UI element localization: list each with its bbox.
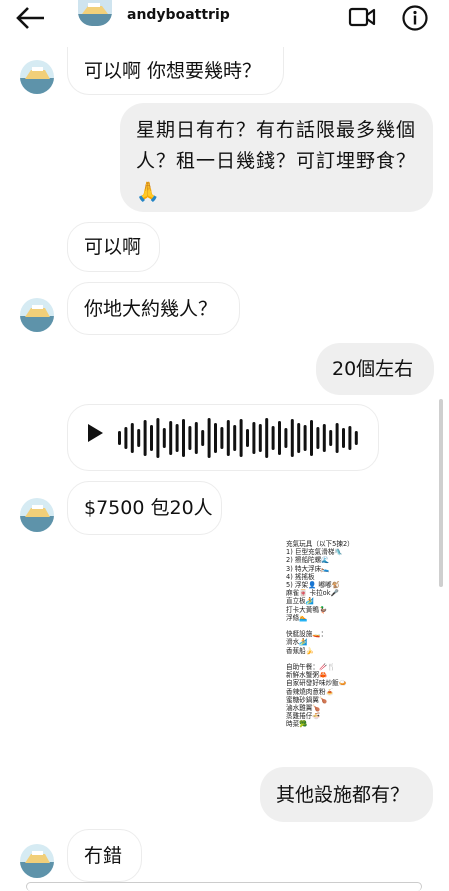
waveform-bar	[150, 425, 153, 451]
scrollbar[interactable]	[439, 399, 443, 587]
message-text: 冇錯	[84, 844, 123, 867]
waveform-bar	[284, 428, 288, 448]
contact-avatar[interactable]	[20, 844, 54, 878]
waveform-bar	[214, 423, 217, 453]
waveform-bar	[233, 425, 237, 451]
waveform-bar	[137, 429, 141, 447]
waveform-bar	[290, 419, 294, 457]
image-text-line	[286, 655, 366, 663]
waveform-bar	[258, 424, 262, 452]
message-bubble-incoming[interactable]: 冇錯	[67, 829, 142, 882]
waveform-bar	[169, 421, 173, 455]
image-text-line: 香蕉船🍌	[286, 646, 314, 655]
waveform-bar	[271, 426, 275, 450]
message-bubble-incoming[interactable]: 可以啊 你想要幾時？	[67, 47, 284, 95]
waveform-bar	[194, 422, 198, 454]
waveform-bar	[329, 430, 333, 446]
waveform-bar	[162, 428, 166, 448]
header-avatar[interactable]	[78, 0, 112, 26]
image-text-line: 直立板🏄	[286, 597, 314, 606]
contact-avatar[interactable]	[20, 298, 54, 332]
message-text: 20個左右	[332, 358, 414, 380]
message-bubble-outgoing[interactable]: 20個左右	[316, 343, 434, 395]
waveform-bar	[182, 419, 185, 457]
waveform-bar	[246, 429, 249, 447]
waveform-bar	[239, 419, 243, 457]
waveform-bar	[297, 423, 301, 453]
waveform-bar	[124, 427, 128, 449]
message-bubble-outgoing[interactable]: 星期日有冇？有冇話限最多幾個 人？租一日幾錢？可訂埋野食？ 🙏	[120, 103, 433, 212]
waveform-bar	[335, 423, 339, 453]
waveform-bar	[310, 420, 313, 456]
waveform-bar	[265, 418, 269, 458]
message-bubble-incoming[interactable]: 你地大約幾人？	[67, 282, 240, 335]
image-text-line: 3) 特大浮床🛌	[286, 564, 330, 573]
image-text-line: 5) 浮架👤 嘟嘟🐒	[286, 581, 340, 590]
audio-waveform[interactable]	[118, 417, 366, 459]
back-arrow-icon[interactable]	[14, 4, 48, 32]
message-bubble-incoming[interactable]: $7500 包20人	[67, 481, 222, 535]
image-text-line: 充氣玩具（以下5揀2）	[286, 540, 354, 548]
contact-avatar[interactable]	[20, 498, 54, 532]
video-call-icon[interactable]	[348, 6, 376, 28]
info-icon[interactable]	[401, 4, 429, 32]
message-text: 其他設施都有？	[276, 783, 410, 806]
waveform-bar	[252, 422, 256, 454]
message-text: $7500 包20人	[84, 497, 213, 519]
message-bubble-outgoing[interactable]: 其他設施都有？	[260, 767, 433, 822]
waveform-bar	[278, 421, 281, 455]
image-text-line: 自家研發好味炒飯🍛	[286, 679, 347, 688]
chat-header: andyboattrip	[0, 0, 449, 38]
image-text-line: 蜜糖砂鍋翼🍗	[286, 695, 328, 704]
waveform-bar	[118, 431, 121, 445]
waveform-bar	[130, 423, 134, 453]
image-text-line: 4) 搖搖板	[286, 572, 315, 581]
waveform-bar	[156, 418, 160, 458]
waveform-bar	[303, 425, 307, 451]
waveform-bar	[175, 424, 179, 452]
waveform-bar	[220, 427, 224, 449]
message-text: 可以啊 你想要幾時？	[84, 59, 262, 82]
waveform-bar	[143, 420, 147, 456]
message-composer[interactable]	[26, 882, 422, 891]
image-text-line: 打卡大黃鴨🦆	[286, 605, 328, 614]
waveform-bar	[342, 428, 345, 448]
waveform-bar	[226, 420, 230, 456]
waveform-bar	[348, 426, 352, 450]
waveform-bar	[188, 426, 192, 450]
image-text-line	[286, 622, 366, 630]
image-text-line: 時菜🥦	[286, 720, 308, 729]
waveform-bar	[322, 424, 326, 452]
message-text-line: 人？租一日幾錢？可訂埋野食？	[136, 150, 417, 172]
waveform-bar	[207, 418, 211, 458]
voice-message-bubble[interactable]	[67, 404, 379, 471]
image-text-line: 滑水🏄	[286, 638, 308, 647]
shared-image-message[interactable]: 充氣玩具（以下5揀2） 1) 巨型充氣滑梯🛝 2) 擦船陀螺🌊 3) 特大浮床🛌 4) …	[286, 540, 366, 762]
message-text: 你地大約幾人？	[84, 297, 218, 320]
waveform-bar	[354, 431, 358, 445]
play-icon[interactable]	[88, 424, 103, 442]
message-bubble-incoming[interactable]: 可以啊	[67, 222, 160, 272]
chat-username[interactable]: andyboattrip	[127, 7, 230, 23]
pray-emoji: 🙏	[136, 181, 161, 203]
message-text: 可以啊	[84, 236, 142, 258]
image-text-line: 浮條🏊	[286, 613, 308, 622]
contact-avatar[interactable]	[20, 60, 54, 94]
image-text-line: 香辣燒肉意粉🍝	[286, 687, 334, 696]
waveform-bar	[316, 427, 320, 449]
image-text-line: 2) 擦船陀螺🌊	[286, 556, 330, 565]
waveform-bar	[201, 430, 205, 446]
message-text-line: 星期日有冇？有冇話限最多幾個	[136, 119, 417, 141]
